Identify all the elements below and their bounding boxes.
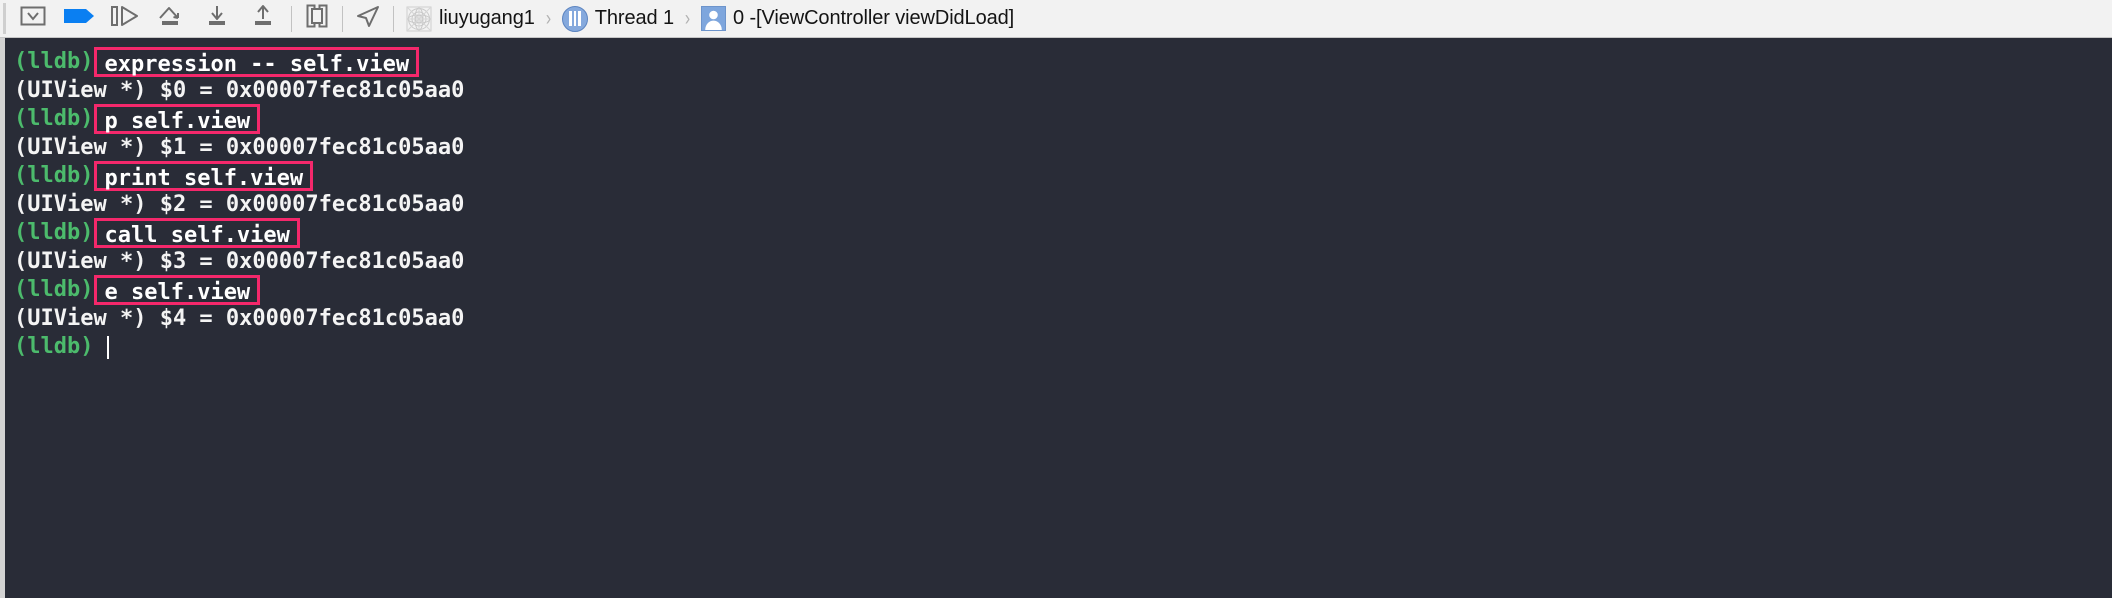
stack-frame-icon <box>701 6 726 31</box>
step-over-button[interactable] <box>148 4 194 34</box>
console-line: (lldb) call self.view <box>14 218 2112 249</box>
console-line: (lldb) e self.view <box>14 275 2112 306</box>
console-line: (lldb) print self.view <box>14 161 2112 192</box>
step-into-button[interactable] <box>194 4 240 34</box>
console-line: (UIView *) $3 = 0x00007fec81c05aa0 <box>14 248 2112 277</box>
console-line: (UIView *) $1 = 0x00007fec81c05aa0 <box>14 134 2112 163</box>
thread-icon <box>561 5 588 32</box>
breadcrumb-frame[interactable]: 0 -[ViewController viewDidLoad] <box>698 4 1017 34</box>
view-hierarchy-icon <box>303 4 331 33</box>
console-output-text: (UIView *) $1 = 0x00007fec81c05aa0 <box>14 134 465 160</box>
step-out-icon <box>250 4 276 33</box>
toolbar-divider-3 <box>393 5 394 32</box>
console-output-text: (UIView *) $4 = 0x00007fec81c05aa0 <box>14 305 465 331</box>
breadcrumb-process[interactable]: liuyugang1 <box>403 4 538 34</box>
step-into-icon <box>204 4 230 33</box>
highlighted-command: e self.view <box>94 275 261 306</box>
toolbar-divider-2 <box>342 5 343 32</box>
debug-toolbar: liuyugang1 › Thread 1 › 0 -[ViewControll… <box>0 0 2112 38</box>
highlighted-command: p self.view <box>94 104 261 135</box>
toolbar-divider <box>291 5 292 32</box>
lldb-prompt: (lldb) <box>14 106 94 131</box>
breadcrumb: liuyugang1 › Thread 1 › 0 -[ViewControll… <box>403 0 1017 38</box>
lldb-prompt: (lldb) <box>14 163 94 188</box>
console-line: (lldb) p self.view <box>14 104 2112 135</box>
console-line: (lldb) expression -- self.view <box>14 47 2112 78</box>
debug-view-hierarchy-button[interactable] <box>297 4 337 34</box>
console-gutter <box>0 38 5 598</box>
process-mesh-icon <box>406 6 432 32</box>
console-line: (UIView *) $2 = 0x00007fec81c05aa0 <box>14 191 2112 220</box>
panel-chevron-down-icon <box>20 6 46 31</box>
highlighted-command: call self.view <box>94 218 300 249</box>
pause-play-icon <box>110 5 140 32</box>
lldb-prompt: (lldb) <box>14 49 94 74</box>
breadcrumb-separator-2: › <box>684 7 691 30</box>
breakpoint-flag-icon <box>63 6 95 31</box>
step-out-button[interactable] <box>240 4 286 34</box>
lldb-prompt: (lldb) <box>14 277 94 302</box>
breadcrumb-process-label: liuyugang1 <box>439 7 535 29</box>
deactivate-breakpoints-button[interactable] <box>56 4 102 34</box>
breadcrumb-frame-label: 0 -[ViewController viewDidLoad] <box>733 7 1015 29</box>
lldb-prompt: (lldb) <box>14 334 94 359</box>
breadcrumb-thread-label: Thread 1 <box>594 7 674 29</box>
text-caret <box>107 335 110 359</box>
location-arrow-icon <box>354 4 382 33</box>
step-over-icon <box>156 4 186 33</box>
breadcrumb-thread[interactable]: Thread 1 <box>559 4 677 34</box>
hide-console-button[interactable] <box>10 4 56 34</box>
simulate-location-button[interactable] <box>348 4 388 34</box>
console-line: (UIView *) $0 = 0x00007fec81c05aa0 <box>14 77 2112 106</box>
console-line: (UIView *) $4 = 0x00007fec81c05aa0 <box>14 305 2112 334</box>
highlighted-command: print self.view <box>94 161 314 192</box>
console-output-text: (UIView *) $0 = 0x00007fec81c05aa0 <box>14 77 465 103</box>
lldb-console-output[interactable]: (lldb) expression -- self.view (UIView *… <box>0 38 2112 598</box>
highlighted-command: expression -- self.view <box>94 47 420 78</box>
console-output-text: (UIView *) $2 = 0x00007fec81c05aa0 <box>14 191 465 217</box>
breadcrumb-separator-1: › <box>545 7 551 30</box>
console-input-line[interactable]: (lldb) <box>14 333 2112 362</box>
console-output-text: (UIView *) $3 = 0x00007fec81c05aa0 <box>14 248 465 274</box>
continue-button[interactable] <box>102 4 148 34</box>
lldb-prompt: (lldb) <box>14 220 94 245</box>
